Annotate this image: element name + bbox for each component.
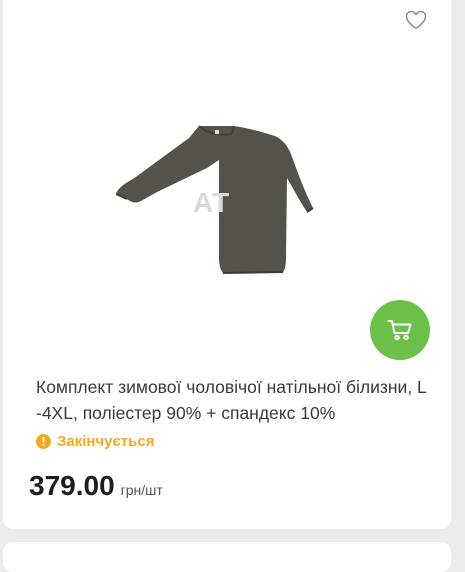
favorite-button[interactable]	[404, 8, 428, 32]
heart-icon	[405, 10, 427, 30]
stock-status: Закінчується	[36, 433, 154, 450]
next-product-card	[3, 542, 451, 572]
exclamation-circle-icon	[36, 434, 51, 449]
cart-icon	[387, 320, 412, 341]
product-title-link[interactable]: Комплект зимової чоловічої натільної біл…	[36, 374, 431, 426]
price-unit: грн/шт	[120, 482, 163, 498]
watermark-logo: AT	[193, 187, 231, 218]
product-card: AT Комплект зимової чоловічої натільної …	[3, 0, 451, 529]
price-value: 379.00	[29, 470, 115, 501]
stock-status-label: Закінчується	[57, 433, 155, 450]
price-row: 379.00 грн/шт	[29, 470, 163, 502]
add-to-cart-button[interactable]	[370, 300, 430, 360]
